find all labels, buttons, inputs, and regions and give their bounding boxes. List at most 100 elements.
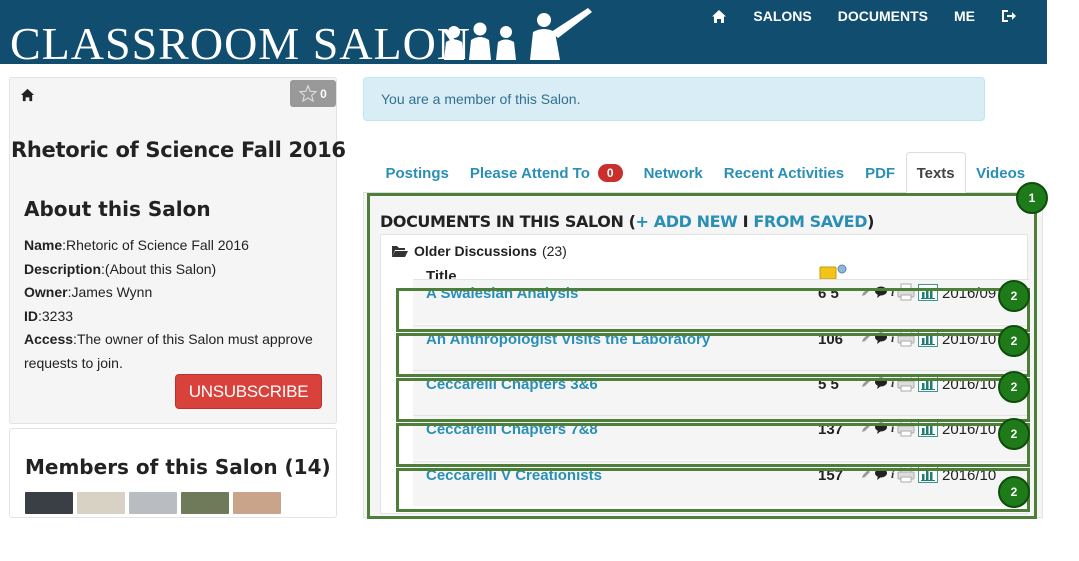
title-separator: I	[737, 212, 754, 231]
salon-tabs: Postings Please Attend To 0 Network Recen…	[375, 151, 1036, 193]
membership-alert: You are a member of this Salon.	[363, 77, 985, 121]
comment-icon[interactable]	[874, 332, 888, 344]
tab-recent-activities[interactable]: Recent Activities	[713, 165, 854, 193]
tab-postings[interactable]: Postings	[375, 165, 459, 193]
info-icon[interactable]: i	[891, 376, 894, 391]
comment-icon[interactable]	[874, 422, 888, 434]
add-new-link[interactable]: + ADD NEW	[636, 212, 738, 231]
members-panel: Members of this Salon (14)	[9, 428, 337, 518]
document-count: 137	[818, 421, 844, 438]
logo[interactable]: CLASSROOM SALON	[10, 18, 471, 70]
avatar[interactable]	[25, 492, 73, 514]
pencil-icon[interactable]	[861, 469, 871, 479]
print-icon[interactable]	[897, 374, 915, 392]
tab-label: Texts	[916, 165, 955, 182]
table-row: Ceccarelli V Creationists 157 i 2016/10	[413, 461, 1029, 506]
stats-icon[interactable]	[918, 329, 939, 347]
stats-icon[interactable]	[918, 283, 939, 301]
print-icon[interactable]	[897, 465, 915, 483]
stats-icon[interactable]	[918, 465, 939, 483]
main-nav: SALONS DOCUMENTS ME	[698, 6, 1029, 26]
document-title-link[interactable]: An Anthropologist Visits the Laboratory	[426, 331, 710, 348]
tab-label: Recent Activities	[723, 165, 845, 182]
document-count: 157	[818, 467, 844, 484]
id-value: 3233	[41, 307, 74, 324]
stats-icon[interactable]	[918, 419, 939, 437]
logo-text: CLASSROOM SALON	[10, 18, 472, 69]
row-actions: i	[861, 465, 939, 483]
tab-texts[interactable]: Texts	[905, 152, 966, 193]
pencil-icon[interactable]	[861, 287, 871, 297]
info-icon[interactable]: i	[891, 467, 894, 482]
nav-documents[interactable]: DOCUMENTS	[825, 6, 941, 26]
document-title-link[interactable]: Ceccarelli Chapters 3&6	[426, 376, 598, 393]
comment-icon[interactable]	[874, 377, 888, 389]
document-title-link[interactable]: A Swalesian Analysis	[426, 285, 578, 302]
stats-icon[interactable]	[918, 374, 939, 392]
info-icon[interactable]: i	[891, 331, 894, 346]
tab-label: Videos	[976, 165, 1026, 182]
unsubscribe-button[interactable]: UNSUBSCRIBE	[175, 374, 322, 409]
comment-icon[interactable]	[874, 468, 888, 480]
table-row: An Anthropologist Visits the Laboratory …	[413, 325, 1029, 370]
folder-older-discussions: Older Discussions (23) Title A Swalesian…	[380, 234, 1029, 514]
tab-network[interactable]: Network	[633, 165, 713, 193]
pencil-icon[interactable]	[861, 423, 871, 433]
annotation-marker-row: 2	[998, 371, 1030, 403]
table-row: Ceccarelli Chapters 3&6 5 5 i 2016/10	[413, 370, 1029, 415]
document-title-link[interactable]: Ceccarelli V Creationists	[426, 467, 602, 484]
annotation-marker-row: 2	[998, 476, 1030, 508]
member-avatars	[25, 492, 281, 514]
logout-icon[interactable]	[988, 9, 1029, 23]
home-nav-icon[interactable]	[698, 9, 740, 24]
folder-header[interactable]: Older Discussions (23)	[391, 243, 567, 259]
owner-value: James Wynn	[71, 284, 153, 300]
document-count: 6 5	[818, 285, 839, 302]
print-icon[interactable]	[897, 419, 915, 437]
annotation-marker-main: 1	[1016, 182, 1048, 214]
members-heading: Members of this Salon (14)	[25, 455, 331, 479]
documents-title-text: DOCUMENTS IN THIS SALON (	[380, 212, 636, 231]
pencil-icon[interactable]	[861, 378, 871, 388]
row-actions: i	[861, 329, 939, 347]
title-suffix: )	[867, 212, 875, 231]
avatar[interactable]	[77, 492, 125, 514]
nav-me[interactable]: ME	[941, 6, 988, 26]
annotation-marker-row: 2	[998, 325, 1030, 357]
app-header: CLASSROOM SALON SALONS DOCUMENTS ME	[0, 0, 1047, 69]
folder-name: Older Discussions	[414, 243, 537, 259]
tab-label: Please Attend To	[469, 164, 590, 182]
about-details: Name:Rhetoric of Science Fall 2016 Descr…	[24, 237, 313, 371]
annotation-marker-row: 2	[998, 280, 1030, 312]
pencil-icon[interactable]	[861, 333, 871, 343]
folder-count: (23)	[541, 243, 567, 259]
id-label: ID	[24, 307, 38, 324]
document-title-link[interactable]: Ceccarelli Chapters 7&8	[426, 421, 598, 438]
comment-icon[interactable]	[874, 286, 888, 298]
tab-please-attend-to[interactable]: Please Attend To 0	[459, 164, 633, 193]
avatar[interactable]	[181, 492, 229, 514]
owner-label: Owner	[24, 284, 68, 300]
row-actions: i	[861, 374, 939, 392]
avatar[interactable]	[129, 492, 177, 514]
print-icon[interactable]	[897, 329, 915, 347]
name-label: Name	[24, 237, 63, 253]
nav-salons[interactable]: SALONS	[740, 6, 824, 26]
about-heading: About this Salon	[24, 197, 211, 221]
info-icon[interactable]: i	[891, 285, 894, 300]
tab-label: Postings	[385, 165, 449, 182]
description-label: Description	[24, 260, 102, 277]
tab-pdf[interactable]: PDF	[855, 165, 906, 193]
description-value: (About this Salon)	[104, 260, 217, 277]
from-saved-link[interactable]: FROM SAVED	[753, 212, 867, 231]
logo-figures-icon	[444, 8, 592, 60]
documents-title: DOCUMENTS IN THIS SALON (+ ADD NEW I FRO…	[380, 212, 874, 231]
about-section: About this Salon Name:Rhetoric of Scienc…	[9, 77, 337, 424]
folder-open-icon	[392, 246, 408, 257]
print-icon[interactable]	[897, 283, 915, 301]
avatar[interactable]	[233, 492, 281, 514]
info-icon[interactable]: i	[891, 421, 894, 436]
tab-label: PDF	[865, 165, 896, 182]
document-count: 106	[818, 331, 844, 348]
access-label: Access	[24, 331, 74, 347]
